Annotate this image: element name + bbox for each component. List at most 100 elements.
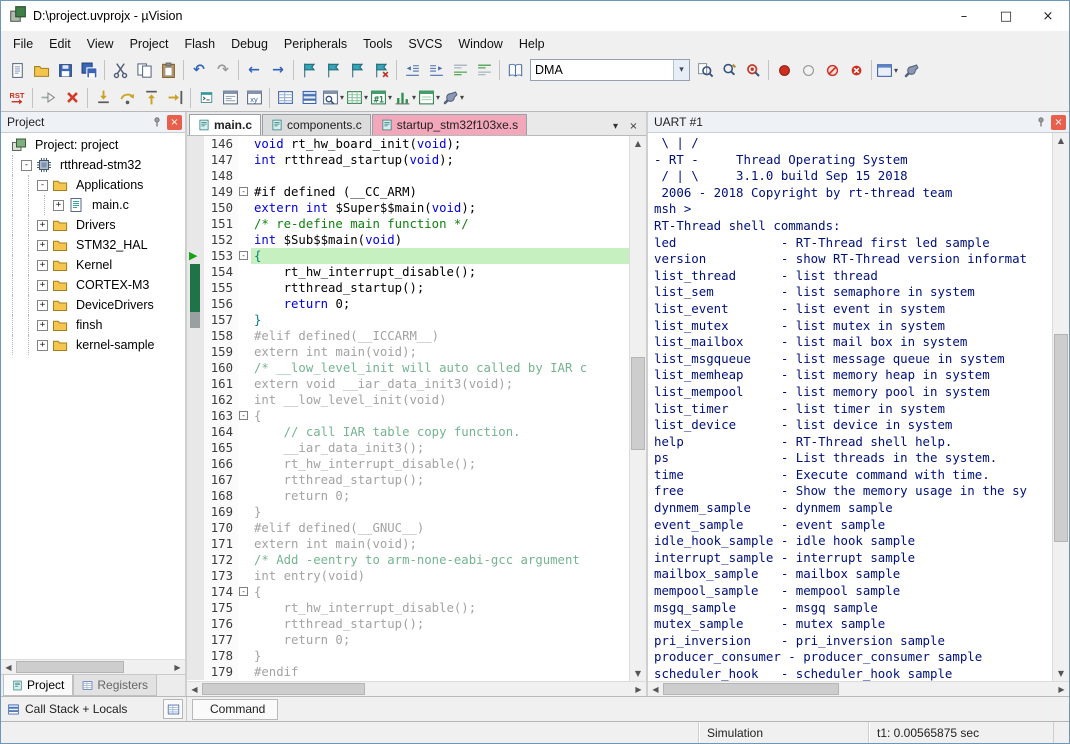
code-line-164[interactable]: 164 // call IAR table copy function. — [187, 424, 629, 440]
editor-tab-main-c[interactable]: main.c — [189, 114, 261, 135]
scrollbar-thumb[interactable] — [631, 357, 645, 450]
tree-item-rtthread-stm32[interactable]: -rtthread-stm32 — [1, 155, 185, 175]
code-line-165[interactable]: 165 __iar_data_init3(); — [187, 440, 629, 456]
code-line-173[interactable]: 173int entry(void) — [187, 568, 629, 584]
uart-terminal[interactable]: \ | /- RT - Thread Operating System / | … — [648, 133, 1052, 681]
tree-expander-icon[interactable]: + — [37, 340, 48, 351]
tree-expander-icon[interactable]: + — [37, 240, 48, 251]
breakpoint-toggle-button[interactable] — [772, 58, 796, 82]
watch-window-button[interactable]: ▾ — [321, 86, 345, 110]
menu-project[interactable]: Project — [122, 33, 177, 55]
code-line-171[interactable]: 171extern int main(void); — [187, 536, 629, 552]
menu-file[interactable]: File — [5, 33, 41, 55]
tree-item-stm32-hal[interactable]: +STM32_HAL — [1, 235, 185, 255]
scrollbar-thumb[interactable] — [16, 661, 124, 673]
scrollbar-thumb[interactable] — [202, 683, 365, 695]
find-button[interactable] — [741, 58, 765, 82]
breakpoint-disable-all-button[interactable] — [820, 58, 844, 82]
code-line-172[interactable]: 172/* Add -eentry to arm-none-eabi-gcc a… — [187, 552, 629, 568]
scroll-left-icon[interactable]: ◀ — [648, 685, 663, 694]
open-file-button[interactable] — [29, 58, 53, 82]
callstack-grid-button[interactable] — [163, 699, 183, 719]
disassembly-window-button[interactable] — [218, 86, 242, 110]
bookmark-toggle-button[interactable] — [297, 58, 321, 82]
project-pin-icon[interactable] — [148, 114, 165, 130]
close-button[interactable]: × — [1027, 1, 1069, 31]
tree-expander-icon[interactable]: + — [37, 300, 48, 311]
editor-tab-startup-stm32f103xe-s[interactable]: startup_stm32f103xe.s — [372, 114, 527, 135]
nav-forward-button[interactable]: → — [266, 58, 290, 82]
breakpoint-kill-all-button[interactable] — [844, 58, 868, 82]
configure-target-button[interactable] — [899, 58, 923, 82]
undo-button[interactable]: ↶ — [187, 58, 211, 82]
step-over-button[interactable] — [115, 86, 139, 110]
paste-button[interactable] — [156, 58, 180, 82]
tree-item-finsh[interactable]: +finsh — [1, 315, 185, 335]
menu-debug[interactable]: Debug — [223, 33, 276, 55]
editor-tab-components-c[interactable]: components.c — [262, 114, 371, 135]
tree-item-devicedrivers[interactable]: +DeviceDrivers — [1, 295, 185, 315]
search-combo-dropdown-icon[interactable]: ▾ — [673, 60, 689, 80]
scroll-left-icon[interactable]: ◀ — [1, 663, 16, 672]
code-editor[interactable]: 146void rt_hw_board_init(void);147int rt… — [187, 136, 629, 681]
find-in-files-button[interactable] — [503, 58, 527, 82]
uart-horizontal-scrollbar[interactable]: ◀ ▶ — [648, 681, 1069, 696]
cut-button[interactable] — [108, 58, 132, 82]
tree-item-project-project[interactable]: Project: project — [1, 135, 185, 155]
tree-expander-icon[interactable]: + — [53, 200, 64, 211]
fold-collapse-icon[interactable]: - — [239, 187, 248, 196]
project-horizontal-scrollbar[interactable]: ◀ ▶ — [1, 659, 185, 674]
search-combo-input[interactable] — [531, 63, 673, 77]
redo-button[interactable]: ↷ — [211, 58, 235, 82]
menu-peripherals[interactable]: Peripherals — [276, 33, 355, 55]
tab-project[interactable]: Project — [3, 675, 73, 696]
save-all-button[interactable] — [77, 58, 101, 82]
symbols-window-button[interactable]: xy — [242, 86, 266, 110]
callstack-window-button[interactable] — [297, 86, 321, 110]
code-line-169[interactable]: 169} — [187, 504, 629, 520]
code-line-148[interactable]: 148 — [187, 168, 629, 184]
editor-horizontal-scrollbar[interactable]: ◀ ▶ — [187, 681, 646, 696]
nav-back-button[interactable]: ← — [242, 58, 266, 82]
fold-collapse-icon[interactable]: - — [239, 411, 248, 420]
menu-tools[interactable]: Tools — [355, 33, 400, 55]
code-line-167[interactable]: 167 rtthread_startup(); — [187, 472, 629, 488]
menu-edit[interactable]: Edit — [41, 33, 79, 55]
uart-vertical-scrollbar[interactable]: ▲ ▼ — [1052, 133, 1069, 681]
code-line-149[interactable]: 149-#if defined (__CC_ARM) — [187, 184, 629, 200]
comment-button[interactable] — [448, 58, 472, 82]
code-line-170[interactable]: 170#elif defined(__GNUC__) — [187, 520, 629, 536]
tree-expander-icon[interactable]: + — [37, 280, 48, 291]
memory-window-button[interactable]: ▾ — [345, 86, 369, 110]
scroll-right-icon[interactable]: ▶ — [631, 685, 646, 694]
code-line-162[interactable]: 162int __low_level_init(void) — [187, 392, 629, 408]
reset-button[interactable]: RST — [5, 86, 29, 110]
analysis-window-button[interactable]: ▾ — [393, 86, 417, 110]
copy-button[interactable] — [132, 58, 156, 82]
tree-expander-icon[interactable]: + — [37, 220, 48, 231]
tree-item-main-c[interactable]: +main.c — [1, 195, 185, 215]
scrollbar-thumb[interactable] — [663, 683, 839, 695]
step-into-button[interactable] — [91, 86, 115, 110]
code-line-158[interactable]: 158#elif defined(__ICCARM__) — [187, 328, 629, 344]
bookmark-clear-button[interactable] — [369, 58, 393, 82]
menu-view[interactable]: View — [79, 33, 122, 55]
code-line-175[interactable]: 175 rt_hw_interrupt_disable(); — [187, 600, 629, 616]
callstack-panel-tab[interactable]: Call Stack + Locals — [1, 697, 187, 721]
indent-button[interactable] — [424, 58, 448, 82]
code-line-177[interactable]: 177 return 0; — [187, 632, 629, 648]
maximize-button[interactable]: □ — [985, 1, 1027, 31]
code-line-176[interactable]: 176 rtthread_startup(); — [187, 616, 629, 632]
code-line-156[interactable]: 156 return 0; — [187, 296, 629, 312]
scrollbar-thumb[interactable] — [1054, 334, 1068, 541]
scroll-right-icon[interactable]: ▶ — [1054, 685, 1069, 694]
code-line-174[interactable]: 174-{ — [187, 584, 629, 600]
command-window-button[interactable] — [194, 86, 218, 110]
code-line-155[interactable]: 155 rtthread_startup(); — [187, 280, 629, 296]
scroll-left-icon[interactable]: ◀ — [187, 685, 202, 694]
code-line-161[interactable]: 161extern void __iar_data_init3(void); — [187, 376, 629, 392]
code-line-168[interactable]: 168 return 0; — [187, 488, 629, 504]
command-panel-tab[interactable]: Command — [192, 699, 278, 720]
tree-expander-icon[interactable]: + — [37, 260, 48, 271]
code-line-147[interactable]: 147int rtthread_startup(void); — [187, 152, 629, 168]
